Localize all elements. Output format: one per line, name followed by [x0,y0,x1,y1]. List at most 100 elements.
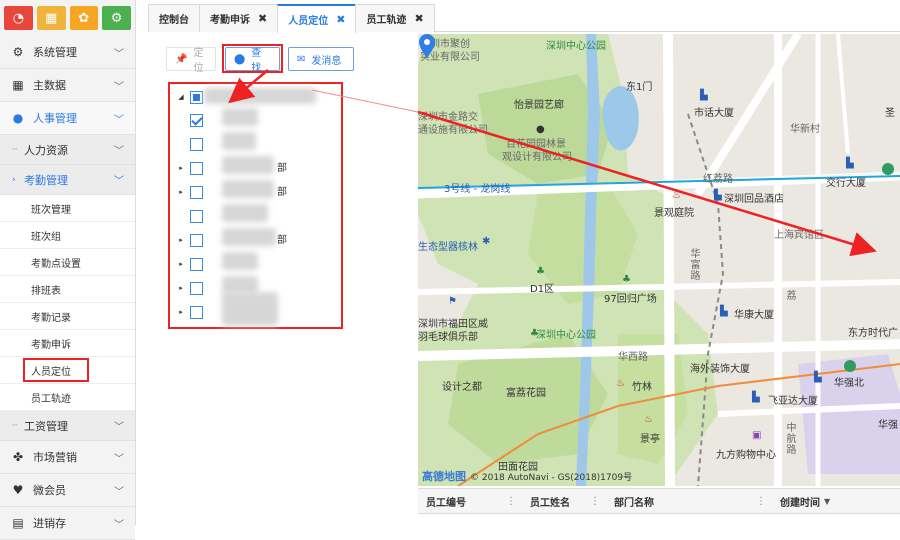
tree-node[interactable] [186,134,203,154]
expand-arrow-icon[interactable]: ▸ [176,164,186,172]
redacted-name [222,292,278,326]
submenu-attendance-label: 考勤管理 [24,173,68,187]
tree-checkbox[interactable] [190,209,203,223]
locate-button-label: 定位 [193,48,204,74]
location-pin-icon[interactable] [418,34,436,58]
expand-arrow-icon[interactable]: ▸ [176,260,186,268]
restaurant-icon: ♨ [672,190,681,201]
menu-system[interactable]: ⚙ 系统管理 ﹀ [0,36,135,69]
leaf-person-location[interactable]: 人员定位 [0,357,135,384]
leaf-attendance-appeal[interactable]: 考勤申诉 [0,330,135,357]
tree-checkbox[interactable] [190,137,203,151]
menu-members-label: 微会员 [33,484,66,497]
leaf-attendance-record[interactable]: 考勤记录 [0,303,135,330]
column-employee-id[interactable]: 员工编号 ⋮ [418,489,522,513]
tree-checkbox[interactable] [190,90,203,104]
restaurant-icon: ♨ [616,378,625,389]
tree-checkbox[interactable] [190,305,203,319]
tab-console[interactable]: 控制台 [148,4,200,32]
map-label: 深圳中心公园 [546,41,606,52]
heart-icon: ♥ [12,483,24,497]
dashboard-icon[interactable]: ◔ [4,6,33,30]
tree-icon: ♣ [536,266,545,277]
tab-employee-track[interactable]: 员工轨迹 ✖ [355,4,435,32]
locate-button[interactable]: 📌 定位 [166,47,216,74]
leaf-employee-track[interactable]: 员工轨迹 [0,384,135,411]
menu-master-data-label: 主数据 [33,79,66,92]
submenu-attendance[interactable]: › 考勤管理 ﹀ [0,165,135,195]
expand-arrow-icon[interactable]: ▸ [176,236,186,244]
tree-root[interactable]: ◢ [176,87,203,107]
tree-node[interactable]: ▸ [176,254,203,274]
building-icon: ▙ [700,90,708,101]
map-label: 华康大厦 [734,310,774,321]
menu-hr[interactable]: ● 人事管理 ﹀ [0,102,135,135]
menu-members[interactable]: ♥ 微会员 ﹀ [0,474,135,507]
column-menu-icon[interactable]: ⋮ [590,496,600,507]
tree-checkbox[interactable] [190,233,203,247]
column-department[interactable]: 部门名称 ⋮ [606,489,772,513]
tree-node[interactable] [186,206,203,226]
expand-arrow-icon[interactable]: ▸ [176,188,186,196]
map-label: 深圳回品酒店 [724,194,784,205]
leaf-shift-management[interactable]: 班次管理 [0,195,135,222]
map-label: 97回归广场 [604,294,657,305]
map-label: 东1门 [626,82,653,93]
amap-logo: 高德地图 [422,470,466,483]
column-employee-name[interactable]: 员工姓名 ⋮ [522,489,606,513]
tree-checkbox[interactable] [190,161,203,175]
column-menu-icon[interactable]: ⋮ [506,496,516,507]
submenu-payroll[interactable]: ┄ 工资管理 ﹀ [0,411,135,441]
tab-label: 人员定位 [288,16,329,27]
share-icon[interactable]: ⚙ [102,6,131,30]
tree-checkbox[interactable] [190,185,203,199]
column-label: 员工编号 [426,497,466,509]
menu-marketing[interactable]: ✤ 市场营销 ﹀ [0,441,135,474]
submenu-hr-resources[interactable]: ┄ 人力资源 ﹀ [0,135,135,165]
tree-node[interactable]: ▸ [176,278,203,298]
redacted-name [222,180,274,198]
leaf-shift-group[interactable]: 班次组 [0,222,135,249]
redacted-name [222,108,258,126]
close-icon[interactable]: ✖ [336,13,345,26]
leaf-label: 班次管理 [31,204,71,216]
tab-person-location[interactable]: 人员定位 ✖ [277,4,357,33]
tree-node[interactable]: ▸ [176,158,203,178]
map-label: 荔 [784,290,795,301]
map-label: 圣 [885,108,895,119]
group-icon[interactable]: ✿ [69,6,99,30]
leaf-label: 人员定位 [31,366,71,378]
tab-attendance-appeal[interactable]: 考勤申诉 ✖ [199,4,279,32]
tab-bar: 控制台 考勤申诉 ✖ 人员定位 ✖ 员工轨迹 ✖ [148,4,900,33]
tree-node[interactable]: ▸ [176,302,203,322]
collapse-arrow-icon[interactable]: ◢ [176,93,186,101]
close-icon[interactable]: ✖ [258,12,267,25]
chevron-down-icon: ﹀ [114,176,124,187]
tree-node[interactable] [186,110,203,130]
calendar-icon[interactable]: ▦ [36,6,66,30]
tree-node[interactable]: ▸ [176,182,203,202]
tree-checkbox[interactable] [190,113,203,127]
map-view[interactable]: 深圳市聚创 实业有限公司 深圳中心公园 怡景园艺廊 东1门 市话大厦 深圳市金路… [418,34,900,486]
menu-inventory[interactable]: ▤ 进销存 ﹀ [0,507,135,540]
submenu-payroll-label: 工资管理 [24,419,68,433]
send-message-button[interactable]: ✉ 发消息 [288,47,354,71]
leaf-attendance-point[interactable]: 考勤点设置 [0,249,135,276]
map-label: 观设计有限公司 [502,152,572,163]
building-icon: ▙ [752,392,760,403]
expand-arrow-icon[interactable]: ▸ [176,284,186,292]
expand-arrow-icon[interactable]: ▸ [176,308,186,316]
close-icon[interactable]: ✖ [414,12,423,25]
leaf-label: 排班表 [31,285,61,297]
menu-master-data[interactable]: ▦ 主数据 ﹀ [0,69,135,102]
column-menu-icon[interactable]: ⋮ [756,496,766,507]
redacted-name [222,204,268,222]
chevron-down-icon: ﹀ [114,422,124,433]
tree-checkbox[interactable] [190,257,203,271]
leaf-schedule[interactable]: 排班表 [0,276,135,303]
sort-desc-icon[interactable]: ▼ [824,497,830,506]
menu-system-label: 系统管理 [33,46,77,59]
tree-node[interactable]: ▸ [176,230,203,250]
column-created-time[interactable]: 创建时间 ▼ [772,489,900,513]
tree-checkbox[interactable] [190,281,203,295]
